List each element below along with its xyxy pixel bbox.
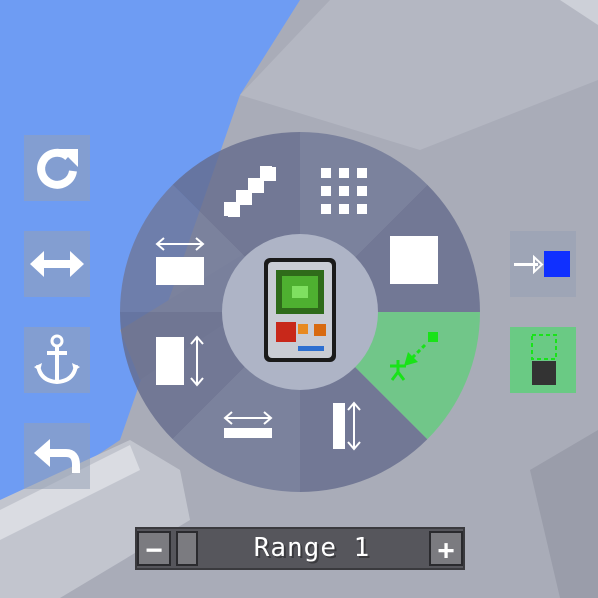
range-slider-handle[interactable] — [176, 531, 198, 566]
range-increase-button[interactable]: + — [429, 531, 463, 566]
grid-icon — [321, 168, 367, 214]
radial-menu — [119, 131, 481, 493]
range-control: − Range 1 + — [135, 527, 465, 570]
building-gadget-icon — [264, 258, 336, 362]
range-decrease-button[interactable]: − — [137, 531, 171, 566]
range-label: Range 1 — [253, 533, 371, 563]
solid-block-icon — [390, 236, 438, 284]
